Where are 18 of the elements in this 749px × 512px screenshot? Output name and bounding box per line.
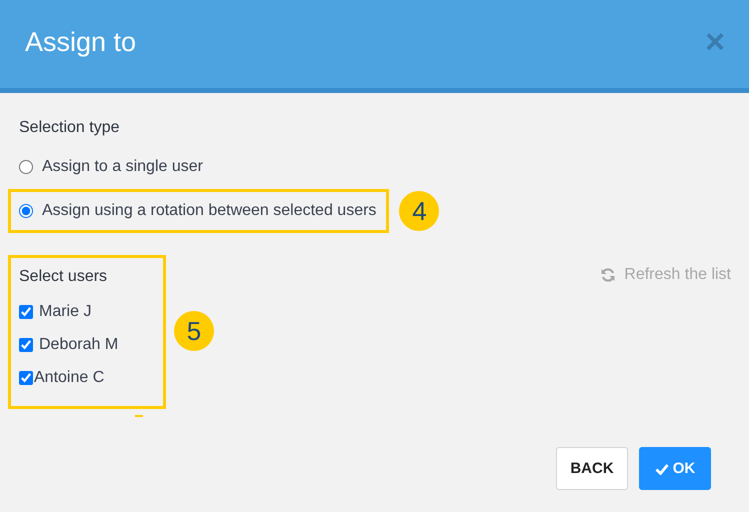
callout-badge: 4 [399,191,440,231]
radio-button[interactable] [19,204,33,218]
radio-option[interactable]: Assign to a single user [8,145,216,189]
dialog-title: Assign to [25,26,136,58]
check-icon [654,462,669,474]
user-checkbox[interactable]: Antoine C [19,361,155,394]
refresh-icon [600,267,616,283]
checkbox[interactable] [19,338,33,352]
user-checkbox[interactable]: Deborah M [19,328,155,361]
user-checkbox[interactable]: Marie J [19,295,155,328]
checkbox[interactable] [19,370,33,384]
section-label: Selection type [19,119,121,137]
section-label: Select users [19,268,108,286]
radio-option[interactable]: Assign using a rotation between selected users [8,189,390,233]
checkbox[interactable] [19,304,33,318]
back-button[interactable]: BACK [556,447,628,490]
callout-badge: 5 [174,311,214,351]
radio-button[interactable] [19,160,33,174]
